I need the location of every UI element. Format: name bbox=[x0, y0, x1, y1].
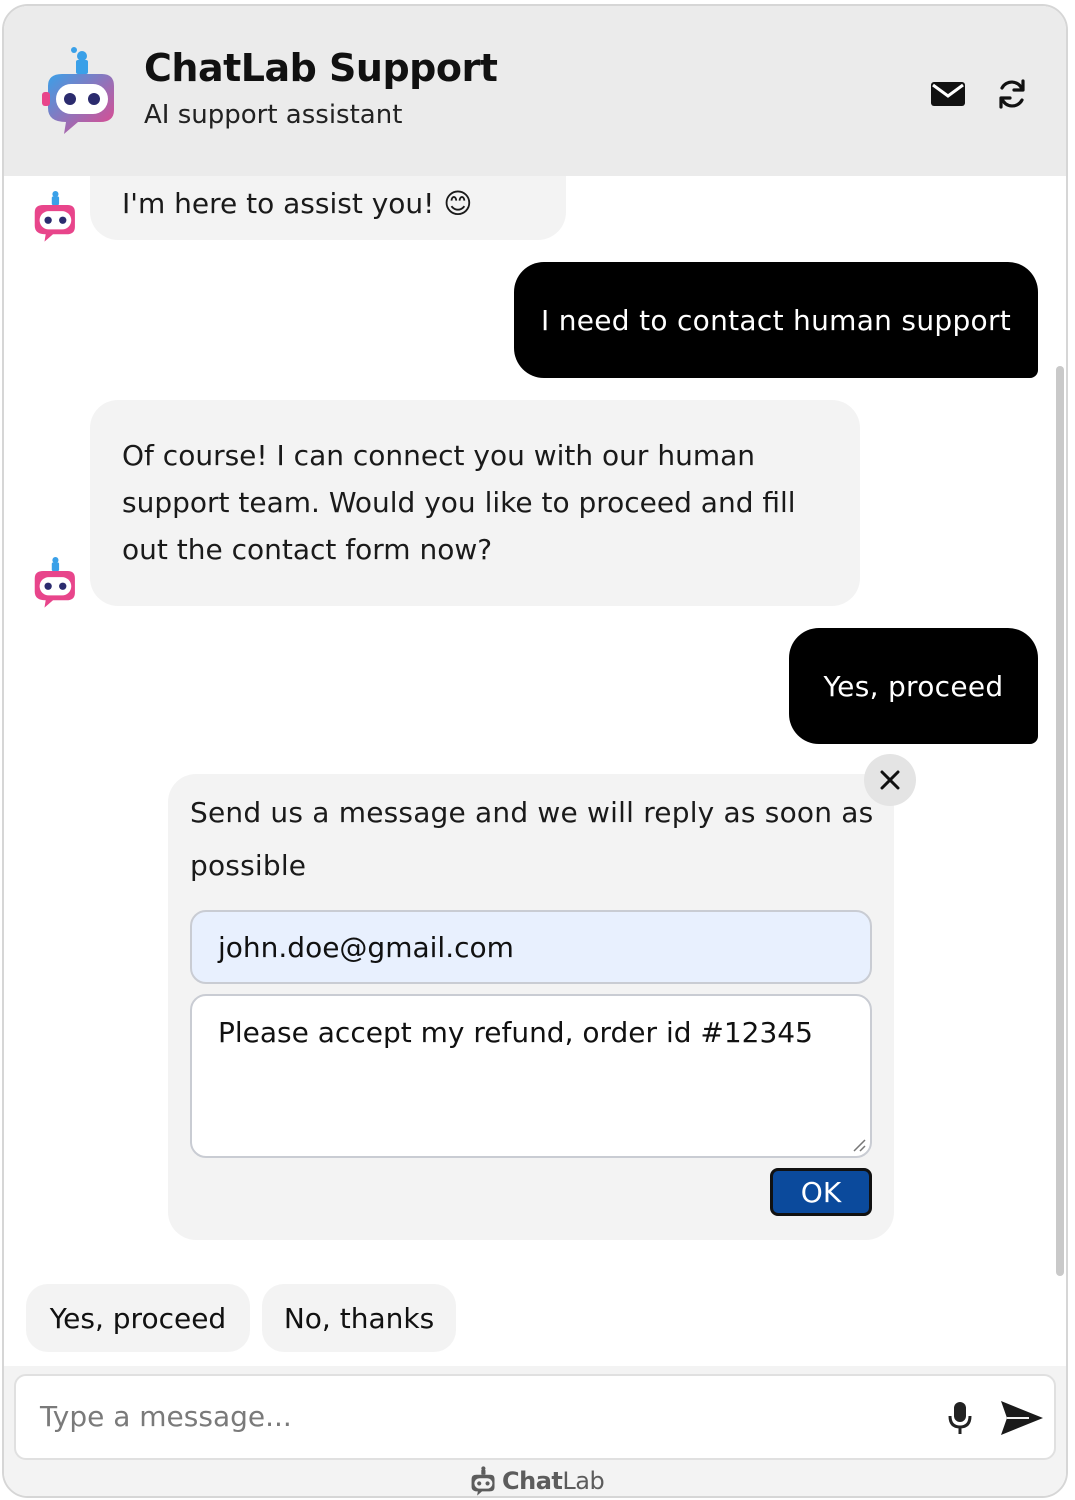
chatlab-branding: ChatLab bbox=[466, 1464, 605, 1496]
message-input-placeholder: Type a message... bbox=[40, 1400, 292, 1433]
scrollbar[interactable] bbox=[1056, 366, 1064, 1276]
ok-button[interactable]: OK bbox=[770, 1168, 872, 1216]
email-field-value: john.doe@gmail.com bbox=[218, 930, 514, 964]
bot-message: Of course! I can connect you with our hu… bbox=[90, 400, 860, 606]
bot-avatar-icon bbox=[28, 554, 78, 610]
header-title: ChatLab Support bbox=[144, 46, 498, 90]
user-message: Yes, proceed bbox=[789, 628, 1038, 744]
quick-reply-no[interactable]: No, thanks bbox=[262, 1284, 456, 1352]
refresh-button[interactable] bbox=[988, 70, 1036, 118]
user-message: I need to contact human support bbox=[514, 262, 1038, 378]
bot-avatar-icon bbox=[28, 188, 78, 244]
message-textarea[interactable]: Please accept my refund, order id #12345 bbox=[190, 994, 872, 1158]
send-icon bbox=[1001, 1401, 1043, 1435]
close-icon bbox=[880, 770, 900, 790]
chat-widget: ChatLab Support AI support assistant I'm… bbox=[2, 4, 1068, 1498]
bot-message-text: Of course! I can connect you with our hu… bbox=[122, 439, 796, 566]
user-message-text: Yes, proceed bbox=[823, 669, 1004, 703]
chatlab-brand-name: ChatLab bbox=[502, 1467, 605, 1495]
message-input[interactable]: Type a message... bbox=[14, 1374, 1056, 1460]
send-button[interactable] bbox=[996, 1394, 1048, 1442]
contact-form: Send us a message and we will reply as s… bbox=[168, 774, 894, 1240]
resize-grip-icon[interactable] bbox=[850, 1136, 866, 1152]
quick-reply-yes[interactable]: Yes, proceed bbox=[26, 1284, 250, 1352]
composer-area: Type a message... ChatLab bbox=[4, 1366, 1066, 1496]
bot-message-text: I'm here to assist you! 😊 bbox=[122, 187, 473, 220]
mail-icon bbox=[931, 82, 965, 106]
message-list[interactable]: I'm here to assist you! 😊 I need to cont… bbox=[4, 176, 1066, 1366]
chat-header: ChatLab Support AI support assistant bbox=[4, 6, 1066, 176]
header-subtitle: AI support assistant bbox=[144, 100, 403, 130]
user-message-text: I need to contact human support bbox=[540, 303, 1012, 337]
close-form-button[interactable] bbox=[864, 754, 916, 806]
mail-button[interactable] bbox=[924, 70, 972, 118]
chatlab-logo-icon bbox=[471, 1466, 495, 1496]
contact-form-intro: Send us a message and we will reply as s… bbox=[190, 796, 874, 882]
bot-message: I'm here to assist you! 😊 bbox=[90, 176, 566, 240]
microphone-icon bbox=[948, 1402, 972, 1434]
refresh-icon bbox=[999, 79, 1025, 109]
microphone-button[interactable] bbox=[940, 1398, 980, 1438]
message-textarea-value: Please accept my refund, order id #12345 bbox=[218, 1016, 813, 1049]
email-field[interactable]: john.doe@gmail.com bbox=[190, 910, 872, 984]
robot-logo-icon bbox=[38, 46, 118, 138]
